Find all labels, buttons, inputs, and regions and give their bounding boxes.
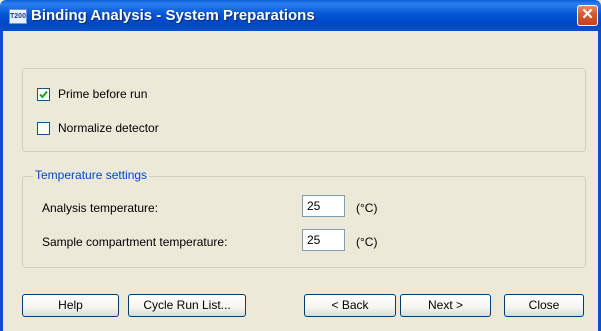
checkmark-icon [39, 90, 48, 98]
sample-compartment-temperature-label: Sample compartment temperature: [42, 235, 228, 249]
next-button[interactable]: Next > [400, 294, 491, 317]
help-button[interactable]: Help [22, 294, 119, 317]
window-frame-left [0, 31, 3, 331]
normalize-detector-checkbox[interactable]: Normalize detector [37, 121, 159, 135]
normalize-detector-label: Normalize detector [58, 121, 159, 135]
analysis-temperature-unit: (°C) [356, 201, 378, 215]
options-panel [22, 68, 586, 152]
check-box[interactable] [37, 121, 50, 135]
window-title: Binding Analysis - System Preparations [31, 7, 315, 24]
sample-compartment-temperature-unit: (°C) [356, 235, 378, 249]
check-box[interactable] [37, 87, 50, 101]
sample-compartment-temperature-input[interactable] [302, 229, 345, 251]
analysis-temperature-label: Analysis temperature: [42, 201, 159, 215]
prime-before-run-label: Prime before run [58, 87, 148, 101]
temperature-settings-legend: Temperature settings [33, 168, 150, 182]
close-button[interactable]: Close [504, 294, 584, 317]
close-window-button[interactable]: ✕ [577, 5, 598, 26]
cycle-run-list-button[interactable]: Cycle Run List... [128, 294, 246, 317]
back-button[interactable]: < Back [304, 294, 396, 317]
app-icon: T200 [9, 9, 27, 24]
analysis-temperature-input[interactable] [302, 195, 345, 217]
temperature-settings-group [22, 176, 586, 268]
title-bar: T200 Binding Analysis - System Preparati… [0, 0, 601, 31]
prime-before-run-checkbox[interactable]: Prime before run [37, 87, 147, 101]
